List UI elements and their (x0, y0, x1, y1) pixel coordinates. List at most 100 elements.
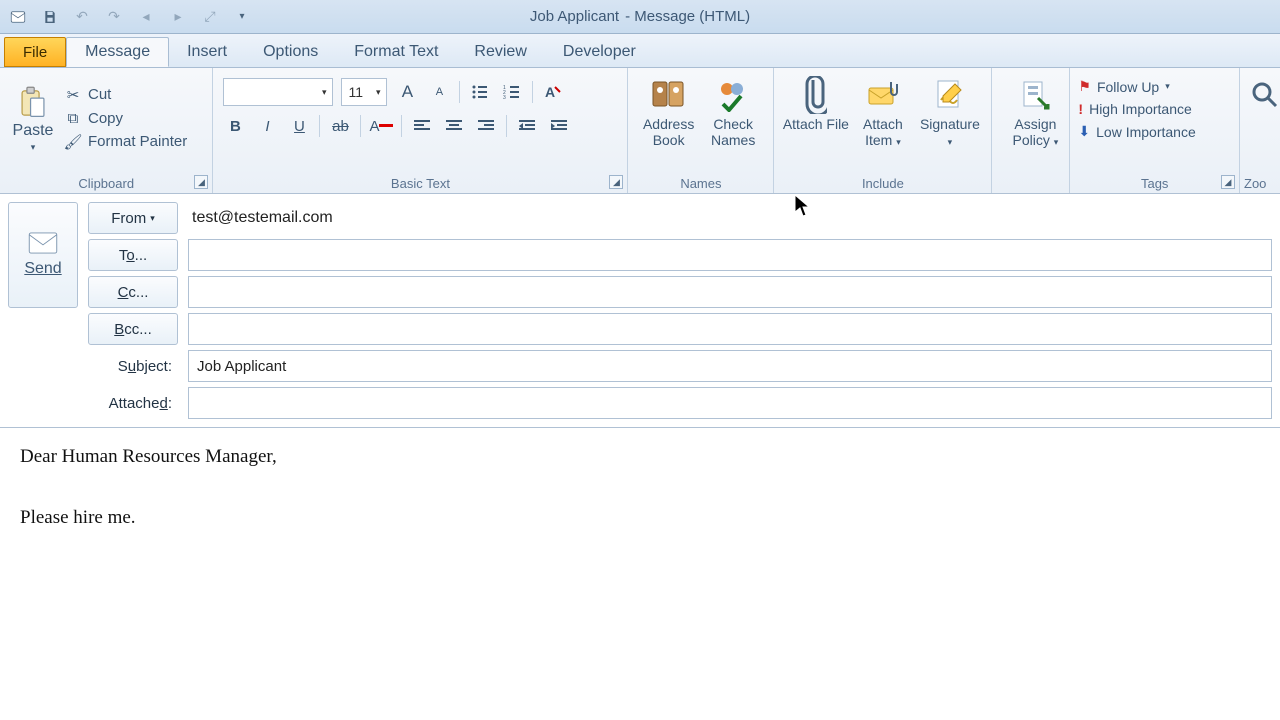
tags-dialog-launcher[interactable]: ◢ (1221, 175, 1235, 189)
compose-header: Send From ▾ test@testemail.com To... Cc.… (0, 194, 1280, 427)
flag-icon: ⚑ (1078, 78, 1091, 95)
paste-dropdown-icon[interactable]: ▾ (31, 142, 36, 153)
font-name-combo[interactable]: ▾ (223, 78, 333, 106)
zoom-qat-icon[interactable]: ⤢ (196, 4, 224, 30)
separator (459, 81, 460, 103)
separator (506, 115, 507, 137)
bcc-input[interactable] (188, 313, 1272, 345)
svg-text:A: A (545, 84, 555, 100)
quick-access-toolbar: ↶ ↷ ◂ ▸ ⤢ ▾ (0, 4, 256, 30)
next-icon[interactable]: ▸ (164, 4, 192, 30)
basic-text-group-label: Basic Text (213, 176, 627, 191)
grow-font-button[interactable]: A (395, 80, 419, 104)
send-button[interactable]: Send (8, 202, 78, 308)
to-input[interactable] (188, 239, 1272, 271)
paste-button[interactable]: Paste ▾ (8, 72, 58, 164)
prev-icon[interactable]: ◂ (132, 4, 160, 30)
separator (401, 115, 402, 137)
message-body[interactable]: Dear Human Resources Manager, Please hir… (0, 427, 1280, 707)
tab-format-text[interactable]: Format Text (336, 37, 456, 67)
assign-policy-label: Assign Policy ▾ (1000, 116, 1070, 148)
cut-button[interactable]: ✂Cut (64, 86, 187, 104)
address-book-button[interactable]: Address Book (636, 72, 701, 168)
send-label: Send (24, 260, 61, 278)
qat-more-icon[interactable]: ▾ (228, 4, 256, 30)
attach-item-icon (865, 74, 901, 116)
to-button[interactable]: To... (88, 239, 178, 271)
copy-label: Copy (88, 110, 123, 127)
basic-text-dialog-launcher[interactable]: ◢ (609, 175, 623, 189)
font-size-combo[interactable]: 11▾ (341, 78, 387, 106)
align-right-button[interactable] (474, 114, 498, 138)
attached-label: Attached: (88, 395, 178, 412)
high-importance-button[interactable]: !High Importance (1078, 101, 1231, 117)
undo-icon[interactable]: ↶ (68, 4, 96, 30)
cc-button[interactable]: Cc... (88, 276, 178, 308)
attach-file-button[interactable]: Attach File (782, 72, 849, 168)
align-center-button[interactable] (442, 114, 466, 138)
include-group-label: Include (774, 176, 991, 191)
shrink-font-button[interactable]: A (427, 80, 451, 104)
svg-text:3: 3 (503, 95, 506, 100)
cc-btn-label: Cc... (118, 284, 149, 301)
copy-icon: ⧉ (64, 110, 82, 127)
ribbon-tabs: File Message Insert Options Format Text … (0, 34, 1280, 68)
numbering-button[interactable]: 123 (500, 80, 524, 104)
font-color-button[interactable]: A (369, 114, 393, 138)
bcc-btn-label: Bcc... (114, 321, 152, 338)
from-btn-label: From (111, 210, 146, 227)
subject-label: Subject: (88, 358, 178, 375)
increase-indent-button[interactable] (547, 114, 571, 138)
text-effects-button[interactable]: A (541, 80, 565, 104)
bcc-button[interactable]: Bcc... (88, 313, 178, 345)
low-importance-button[interactable]: ⬇Low Importance (1078, 123, 1231, 140)
clipboard-dialog-launcher[interactable]: ◢ (194, 175, 208, 189)
tab-message[interactable]: Message (66, 37, 169, 67)
subject-input[interactable] (188, 350, 1272, 382)
copy-button[interactable]: ⧉ Copy (64, 110, 187, 127)
decrease-indent-button[interactable] (515, 114, 539, 138)
chevron-down-icon: ▾ (1165, 81, 1170, 92)
app-icon[interactable] (4, 4, 32, 30)
address-book-icon (651, 74, 687, 116)
zoom-button[interactable] (1248, 72, 1280, 116)
save-icon[interactable] (36, 4, 64, 30)
signature-icon (935, 74, 965, 116)
tab-developer[interactable]: Developer (545, 37, 654, 67)
format-painter-button[interactable]: 🖌Format Painter (64, 133, 187, 151)
chevron-down-icon: ▾ (322, 87, 327, 98)
cc-input[interactable] (188, 276, 1272, 308)
redo-icon[interactable]: ↷ (100, 4, 128, 30)
align-left-button[interactable] (410, 114, 434, 138)
paperclip-icon (805, 74, 827, 116)
follow-up-button[interactable]: ⚑ Follow Up ▾ (1078, 78, 1231, 95)
check-names-button[interactable]: Check Names (701, 72, 766, 168)
to-btn-label: To... (119, 247, 147, 264)
attach-item-button[interactable]: Attach Item ▾ (849, 72, 916, 168)
follow-up-label: Follow Up (1097, 79, 1159, 95)
separator (360, 115, 361, 137)
tab-file[interactable]: File (4, 37, 66, 67)
assign-policy-button[interactable]: Assign Policy ▾ (1000, 72, 1070, 148)
from-button[interactable]: From ▾ (88, 202, 178, 234)
attach-item-label: Attach Item ▾ (849, 116, 916, 148)
chevron-down-icon: ▾ (150, 213, 155, 224)
chevron-down-icon: ▾ (1054, 137, 1059, 147)
address-book-label: Address Book (636, 116, 701, 148)
from-value: test@testemail.com (188, 209, 1272, 227)
strikethrough-button[interactable]: ab (328, 114, 352, 138)
tab-insert[interactable]: Insert (169, 37, 245, 67)
italic-button[interactable]: I (255, 114, 279, 138)
ribbon: Paste ▾ ✂Cut ⧉Copy 🖌Format Painter Clipb… (0, 68, 1280, 194)
tab-options[interactable]: Options (245, 37, 336, 67)
bold-button[interactable]: B (223, 114, 247, 138)
group-clipboard: Paste ▾ ✂Cut ⧉Copy 🖌Format Painter Clipb… (0, 68, 213, 193)
check-names-label: Check Names (701, 116, 766, 148)
attached-input[interactable] (188, 387, 1272, 419)
tab-review[interactable]: Review (456, 37, 544, 67)
signature-button[interactable]: Signature▾ (916, 72, 983, 168)
bullets-button[interactable] (468, 80, 492, 104)
exclamation-icon: ! (1078, 101, 1083, 117)
app-suffix: - Message (HTML) (625, 8, 750, 25)
underline-button[interactable]: U (287, 114, 311, 138)
